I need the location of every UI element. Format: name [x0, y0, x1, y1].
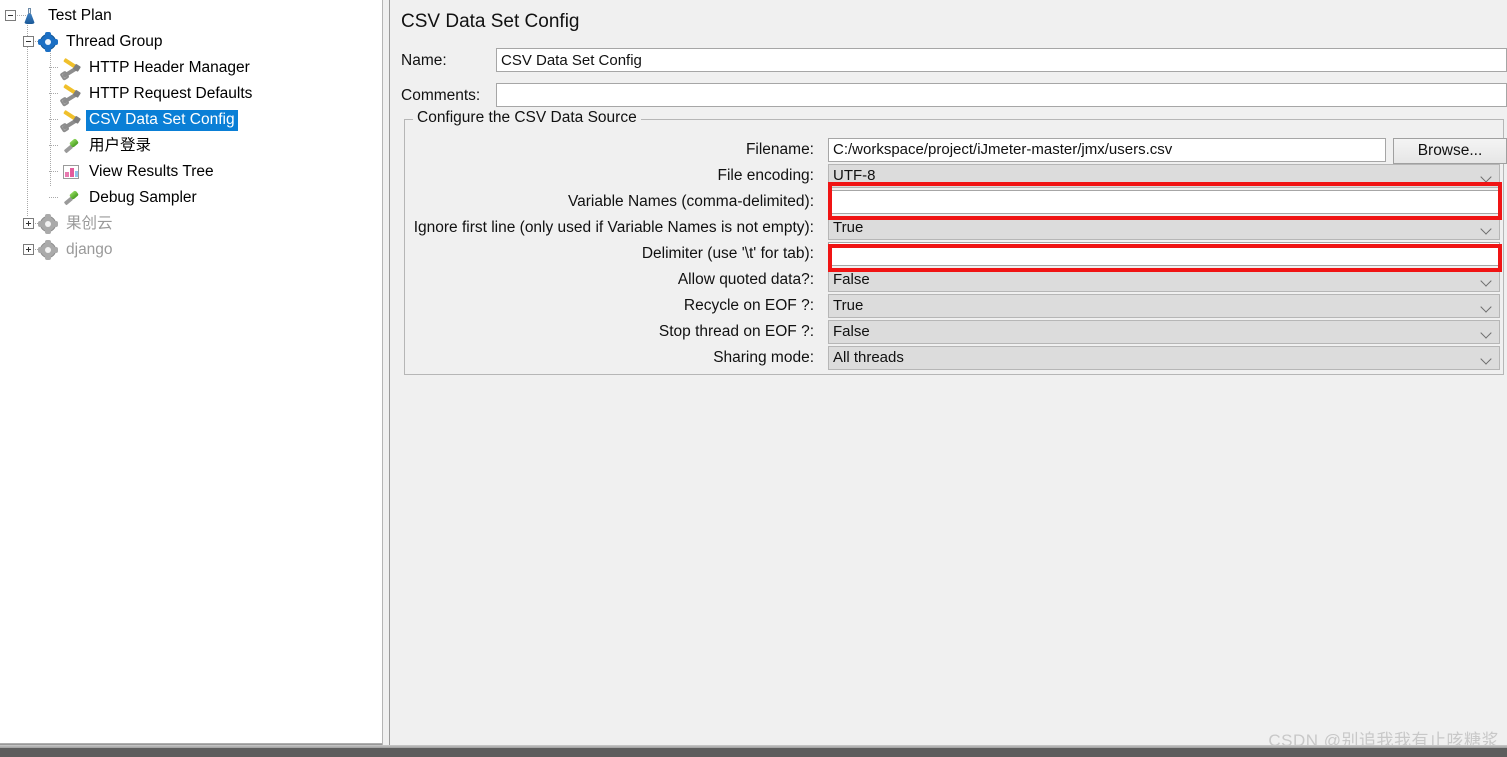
chevron-down-icon	[1482, 303, 1491, 312]
config-tools-icon	[61, 83, 81, 105]
name-input[interactable]	[496, 48, 1507, 72]
config-tools-icon	[61, 57, 81, 79]
panel-splitter[interactable]	[382, 0, 390, 745]
tree-connector-dots	[45, 107, 61, 133]
form-row-variable-names-comma-delimited: Variable Names (comma-delimited):	[391, 190, 1500, 216]
chevron-down-icon	[1482, 329, 1491, 338]
tree-item-label: Thread Group	[66, 32, 163, 50]
config-tools-icon	[61, 109, 81, 131]
field-label-recycle-on-eof: Recycle on EOF ?:	[683, 297, 814, 314]
taskbar-strip	[0, 745, 1507, 757]
tree-item-label: CSV Data Set Config	[86, 109, 238, 131]
form-row-ignore-first-line-only-used-if-variable-names-is-not-empty: Ignore first line (only used if Variable…	[391, 216, 1500, 242]
test-plan-icon	[20, 6, 40, 26]
csv-data-set-config-panel: CSV Data Set Config Name: Comments: Conf…	[391, 0, 1507, 745]
field-value: True	[833, 297, 864, 314]
tree-item-label: django	[66, 240, 113, 258]
chevron-down-icon	[1482, 355, 1491, 364]
dropdown-allow-quoted-data[interactable]: False	[828, 268, 1500, 292]
input-delimiter-use-t-for-tab[interactable]	[828, 242, 1500, 266]
field-label-delimiter-use-t-for-tab: Delimiter (use '\t' for tab):	[641, 245, 814, 262]
listener-chart-icon	[61, 162, 81, 182]
test-plan-tree-panel[interactable]: Test Plan Thread Group HTTP Header Manager…	[0, 0, 389, 745]
tree-item-http-header-manager[interactable]: HTTP Header Manager	[45, 55, 253, 81]
tree-toggle-collapsed[interactable]	[22, 211, 45, 237]
tree-item-http-request-defaults[interactable]: HTTP Request Defaults	[45, 81, 255, 107]
form-row-stop-thread-on-eof: Stop thread on EOF ?: False	[391, 320, 1500, 346]
form-row-filename: Filename: C:/workspace/project/iJmeter-ma…	[391, 138, 1507, 164]
tree-item-label: HTTP Header Manager	[89, 58, 250, 76]
groupbox-legend: Configure the CSV Data Source	[413, 109, 641, 127]
field-value: UTF-8	[833, 167, 876, 184]
sampler-pipette-icon	[61, 188, 81, 208]
field-label-sharing-mode: Sharing mode:	[713, 349, 814, 366]
tree-connector-dots	[45, 55, 61, 81]
name-label: Name:	[401, 52, 447, 69]
tree-item-label: HTTP Request Defaults	[89, 84, 253, 102]
field-value: False	[833, 271, 870, 288]
browse-button[interactable]: Browse...	[1393, 138, 1507, 164]
field-value: False	[833, 323, 870, 340]
form-row-allow-quoted-data: Allow quoted data?: False	[391, 268, 1500, 294]
field-label-ignore-first-line-only-used-if-variable-names-is-not-empty: Ignore first line (only used if Variable…	[413, 219, 814, 236]
chevron-down-icon	[1482, 277, 1491, 286]
tree-item-view-results-tree[interactable]: View Results Tree	[45, 159, 217, 185]
tree-item-csv-data-set-config[interactable]: CSV Data Set Config	[45, 107, 238, 133]
sampler-pipette-icon	[61, 136, 81, 156]
field-label-stop-thread-on-eof: Stop thread on EOF ?:	[658, 323, 814, 340]
thread-group-gear-icon	[38, 32, 58, 52]
field-value: All threads	[833, 349, 904, 366]
tree-item-item[interactable]: 果创云	[22, 211, 116, 237]
dropdown-sharing-mode[interactable]: All threads	[828, 346, 1500, 370]
tree-item-label: Debug Sampler	[89, 188, 197, 206]
form-row-file-encoding: File encoding: UTF-8	[391, 164, 1500, 190]
tree-connector-dots	[45, 81, 61, 107]
field-value: True	[833, 219, 864, 236]
field-value: C:/workspace/project/iJmeter-master/jmx/…	[833, 141, 1173, 158]
tree-item-label: 用户登录	[89, 136, 152, 154]
tree-item-thread-group[interactable]: Thread Group	[22, 29, 166, 55]
thread-group-gear-icon-disabled	[38, 214, 58, 234]
tree-toggle-expanded[interactable]	[4, 3, 27, 29]
page-title: CSV Data Set Config	[401, 11, 580, 32]
field-label-file-encoding: File encoding:	[717, 167, 814, 184]
thread-group-gear-icon-disabled	[38, 240, 58, 260]
dropdown-file-encoding[interactable]: UTF-8	[828, 164, 1500, 188]
input-filename[interactable]: C:/workspace/project/iJmeter-master/jmx/…	[828, 138, 1386, 162]
field-label-filename: Filename:	[745, 141, 814, 158]
field-label-variable-names-comma-delimited: Variable Names (comma-delimited):	[567, 193, 814, 210]
chevron-down-icon	[1482, 225, 1491, 234]
tree-toggle-expanded[interactable]	[22, 29, 45, 55]
tree-connector-dots	[45, 185, 61, 211]
tree-item-item[interactable]: 用户登录	[45, 133, 154, 159]
comments-label: Comments:	[401, 87, 481, 104]
form-row-delimiter-use-t-for-tab: Delimiter (use '\t' for tab):	[391, 242, 1500, 268]
dropdown-ignore-first-line-only-used-if-variable-names-is-not-empty[interactable]: True	[828, 216, 1500, 240]
tree-item-debug-sampler[interactable]: Debug Sampler	[45, 185, 200, 211]
form-row-sharing-mode: Sharing mode: All threads	[391, 346, 1500, 372]
dropdown-recycle-on-eof[interactable]: True	[828, 294, 1500, 318]
tree-connector-dots	[45, 159, 61, 185]
form-row-recycle-on-eof: Recycle on EOF ?: True	[391, 294, 1500, 320]
tree-item-label: View Results Tree	[89, 162, 214, 180]
input-variable-names-comma-delimited[interactable]	[828, 190, 1500, 214]
tree-item-django[interactable]: django	[22, 237, 116, 263]
tree-toggle-collapsed[interactable]	[22, 237, 45, 263]
dropdown-stop-thread-on-eof[interactable]: False	[828, 320, 1500, 344]
tree-connector-dots	[45, 133, 61, 159]
tree-item-test-plan[interactable]: Test Plan	[4, 3, 115, 29]
tree-item-label: 果创云	[66, 214, 113, 232]
field-label-allow-quoted-data: Allow quoted data?:	[677, 271, 814, 288]
jmeter-window: Test Plan Thread Group HTTP Header Manager…	[0, 0, 1507, 757]
chevron-down-icon	[1482, 173, 1491, 182]
tree-item-label: Test Plan	[48, 6, 112, 24]
comments-input[interactable]	[496, 83, 1507, 107]
